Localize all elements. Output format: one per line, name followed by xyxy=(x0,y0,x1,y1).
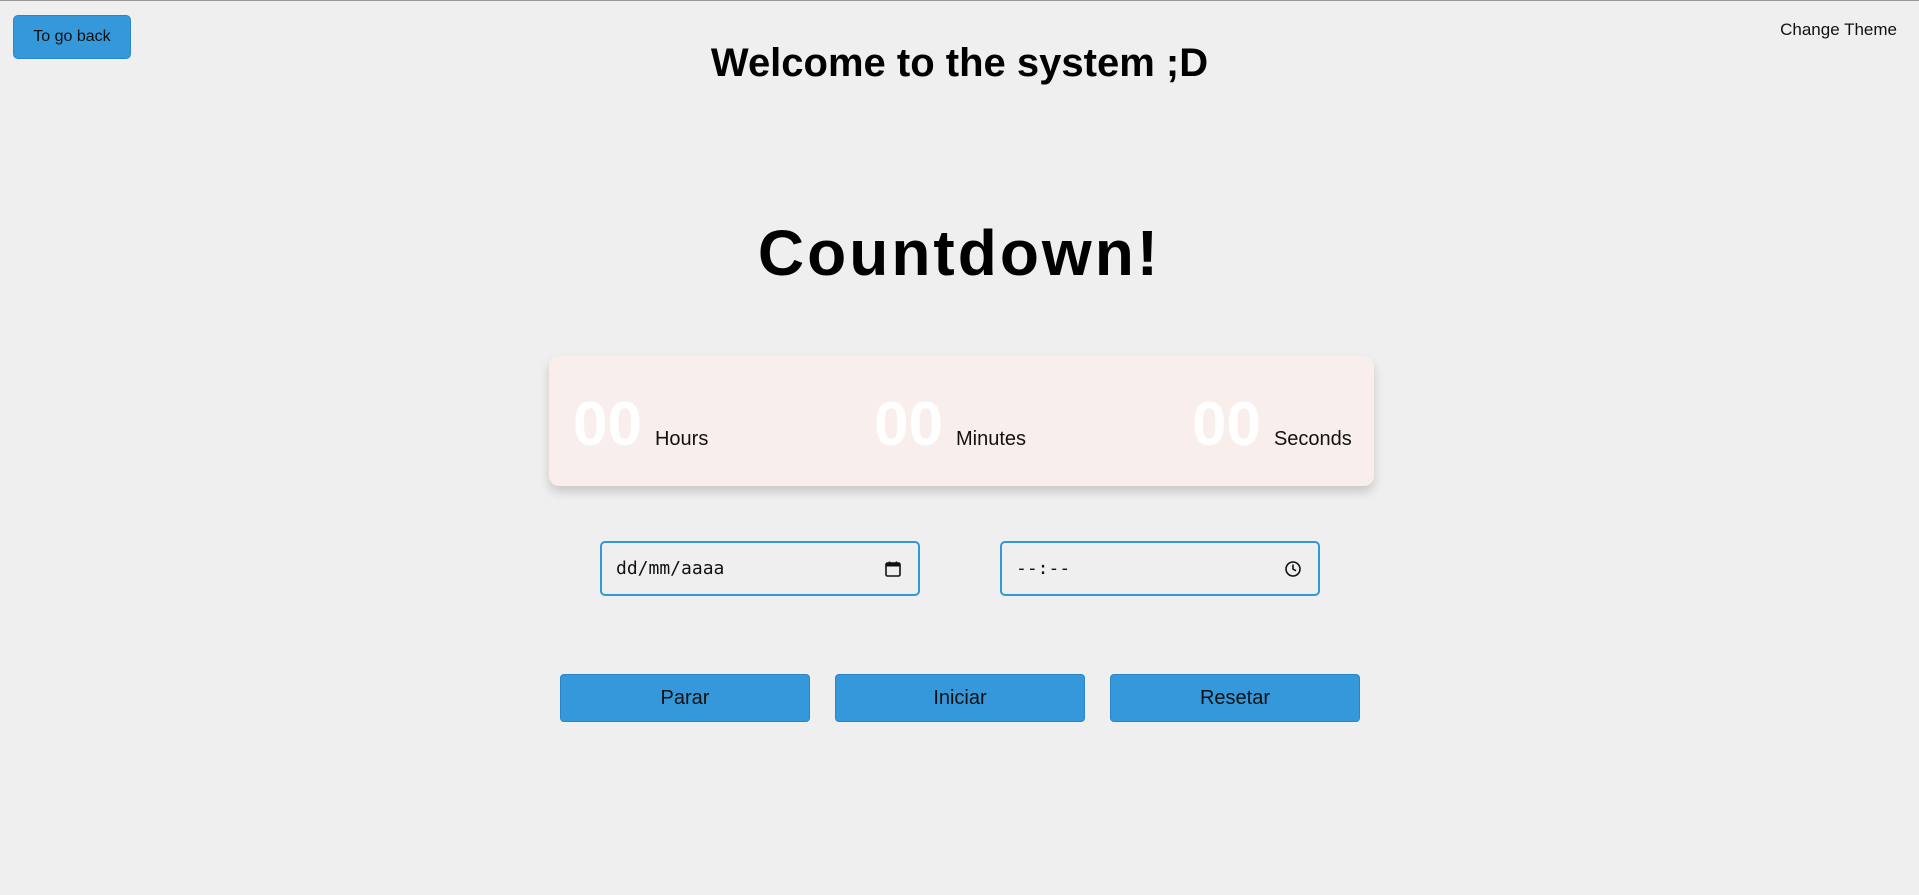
reset-button[interactable]: Resetar xyxy=(1110,674,1360,722)
minutes-label: Minutes xyxy=(955,428,1026,450)
minutes-value: 00 xyxy=(874,390,943,459)
time-input-placeholder: --:-- xyxy=(1016,558,1071,579)
seconds-value: 00 xyxy=(1192,390,1261,459)
minutes-unit: 00 Minutes xyxy=(874,394,1026,456)
change-theme-link[interactable]: Change Theme xyxy=(1780,20,1897,40)
calendar-icon[interactable] xyxy=(882,558,904,580)
welcome-heading: Welcome to the system ;D xyxy=(710,41,1209,85)
date-input[interactable]: dd/mm/aaaa xyxy=(600,541,920,596)
stop-button[interactable]: Parar xyxy=(560,674,810,722)
date-input-placeholder: dd/mm/aaaa xyxy=(616,558,725,579)
timer-card: 00 Hours 00 Minutes 00 Seconds xyxy=(549,356,1374,486)
start-button[interactable]: Iniciar xyxy=(835,674,1085,722)
hours-label: Hours xyxy=(654,428,709,450)
clock-icon[interactable] xyxy=(1282,558,1304,580)
seconds-unit: 00 Seconds xyxy=(1192,394,1352,456)
hours-value: 00 xyxy=(573,390,642,459)
seconds-label: Seconds xyxy=(1273,428,1352,450)
time-input[interactable]: --:-- xyxy=(1000,541,1320,596)
hours-unit: 00 Hours xyxy=(573,394,708,456)
countdown-title: Countdown! xyxy=(757,217,1162,289)
